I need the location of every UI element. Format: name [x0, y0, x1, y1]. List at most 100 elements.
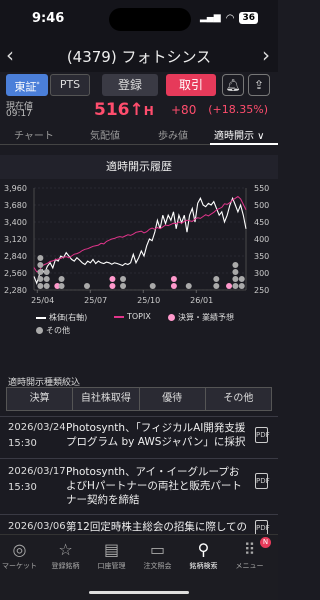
y-right-tick-label: 350: [254, 252, 269, 261]
legend-other-swatch: [36, 327, 43, 334]
filter-buttons: 決算 自社株取得 優待 その他: [6, 387, 272, 411]
legend-earnings: 決算・業績予想: [168, 312, 234, 323]
event-marker: [109, 276, 116, 282]
forward-icon[interactable]: ›: [262, 43, 270, 67]
event-marker: [238, 283, 245, 289]
event-marker: [37, 255, 44, 261]
event-marker: [213, 276, 220, 282]
disclosure-chart[interactable]: 3,960 3,680 3,400 3,120 2,840 2,560 2,280 550 50…: [0, 180, 278, 312]
price-change-pct: (+18.35%): [208, 103, 268, 116]
news-title: Photosynth、「フィジカルAI開発支援プログラム by AWSジャパン」…: [66, 422, 246, 448]
title-bar: ‹ (4379) フォトシンス ›: [0, 38, 278, 72]
section-title: 適時開示履歴: [0, 155, 278, 179]
legend-earnings-swatch: [168, 314, 175, 321]
event-marker: [232, 276, 239, 282]
event-marker: [58, 276, 65, 282]
news-time: 15:30: [8, 482, 37, 493]
wifi-icon: ◠: [225, 12, 235, 24]
event-marker: [84, 283, 90, 289]
news-item[interactable]: 2026/03/17 15:30 Photosynth、アイ・イーグループおよび…: [0, 458, 278, 514]
legend-other: その他: [36, 325, 70, 336]
event-marker: [120, 276, 127, 282]
y-left-tick-label: 2,280: [4, 286, 27, 295]
clock: 9:46: [32, 11, 65, 26]
legend-price-swatch: [36, 316, 46, 319]
bottom-nav: ◎ マーケット ☆ 登録銘柄 ▤ 口座管理 ▭ 注文照会 ⚲ 銘柄検索 ⠿ メニ…: [0, 534, 278, 600]
status-icons: ▂▄▆ ◠ 36: [200, 12, 258, 24]
x-tick-label: 25/04: [31, 296, 54, 305]
x-tick-label: 26/01: [190, 296, 213, 305]
filter-buyback-button[interactable]: 自社株取得: [72, 387, 140, 411]
event-marker: [149, 283, 156, 289]
event-marker: [37, 283, 44, 289]
event-marker: [43, 283, 50, 289]
news-date: 2026/03/24: [8, 422, 66, 433]
news-date: 2026/03/17: [8, 466, 66, 477]
news-date: 2026/03/06: [8, 521, 66, 532]
legend-topix: TOPIX: [114, 312, 151, 321]
news-title: 第12回定時株主総会の招集に際しての: [66, 521, 246, 533]
y-right-tick-label: 400: [254, 235, 269, 244]
tab-underline: [210, 143, 278, 145]
filter-earnings-button[interactable]: 決算: [6, 387, 74, 411]
new-badge: N: [260, 537, 271, 548]
tab-ticks[interactable]: 歩み値: [158, 127, 188, 142]
nav-menu[interactable]: ⠿ メニュー N: [222, 537, 277, 571]
share-icon[interactable]: ⇪: [248, 74, 270, 96]
event-marker: [185, 283, 192, 289]
tab-bar: チャート 気配値 歩み値 適時開示 ∨: [0, 125, 278, 145]
legend-topix-swatch: [114, 315, 124, 318]
trade-button[interactable]: 取引: [166, 74, 216, 96]
event-marker: [58, 283, 65, 289]
current-price: 516↑H: [94, 100, 154, 120]
tab-chart[interactable]: チャート: [14, 127, 54, 142]
news-time: 15:30: [8, 438, 37, 449]
y-right-tick-label: 250: [254, 286, 269, 295]
price-change: +80: [171, 103, 197, 117]
x-tick-label: 25/07: [84, 296, 107, 305]
home-indicator: [89, 591, 189, 594]
y-left-tick-label: 3,120: [4, 235, 27, 244]
event-marker: [37, 269, 44, 275]
y-right-tick-label: 300: [254, 269, 269, 278]
event-marker: [213, 283, 220, 289]
event-marker: [37, 276, 44, 282]
filter-benefit-button[interactable]: 優待: [138, 387, 206, 411]
market-pts-button[interactable]: PTS: [50, 74, 90, 96]
tab-disclosure[interactable]: 適時開示 ∨: [214, 127, 265, 142]
action-bar: 東証* PTS 登録 取引 🔔︎ ⇪: [6, 74, 272, 98]
tab-quotes[interactable]: 気配値: [90, 127, 120, 142]
market-tse-button[interactable]: 東証*: [6, 74, 48, 96]
signal-icon: ▂▄▆: [199, 13, 221, 23]
y-left-tick-label: 2,840: [4, 252, 27, 261]
event-marker: [109, 283, 116, 289]
nav-menu-label: メニュー: [235, 562, 264, 570]
pdf-icon[interactable]: PDF: [255, 427, 270, 443]
event-marker: [232, 262, 239, 268]
news-item[interactable]: 2026/03/06 第12回定時株主総会の招集に際しての PDF: [0, 514, 278, 536]
y-left-tick-label: 3,400: [4, 218, 27, 227]
series-line-topix: [33, 195, 247, 273]
event-marker: [170, 276, 177, 282]
event-marker: [232, 283, 239, 289]
price-row: 現在値 09:17 516↑H +80 (+18.35%): [6, 100, 272, 122]
pdf-icon[interactable]: PDF: [255, 473, 270, 489]
bell-icon[interactable]: 🔔︎: [222, 74, 244, 96]
event-marker: [120, 283, 127, 289]
event-marker: [226, 283, 233, 289]
news-item[interactable]: 2026/03/24 15:30 Photosynth、「フィジカルAI開発支援…: [0, 416, 278, 458]
y-left-tick-label: 2,560: [4, 269, 27, 278]
y-left-tick-label: 3,680: [4, 201, 27, 210]
filter-other-button[interactable]: その他: [204, 387, 272, 411]
y-right-tick-label: 500: [254, 201, 269, 210]
register-button[interactable]: 登録: [102, 74, 158, 96]
up-arrow-icon: ↑: [129, 100, 144, 120]
x-tick-label: 25/10: [137, 296, 160, 305]
series-line-price: [33, 196, 247, 285]
event-marker: [37, 262, 44, 268]
legend-price: 株価(右軸): [36, 312, 87, 323]
dynamic-island: [109, 8, 191, 31]
page-title: (4379) フォトシンス: [66, 48, 212, 66]
battery-icon: 36: [239, 12, 258, 24]
y-right-tick-label: 450: [254, 218, 269, 227]
